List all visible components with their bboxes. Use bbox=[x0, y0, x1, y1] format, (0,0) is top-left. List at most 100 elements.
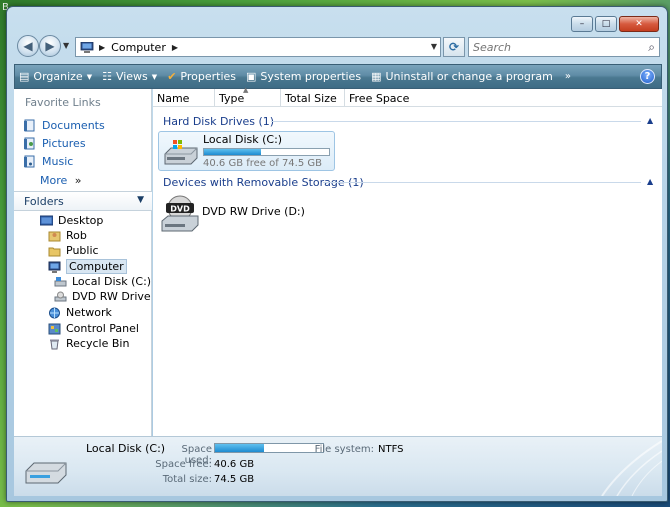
more-favorites-link[interactable]: More » bbox=[40, 174, 82, 187]
system-properties-label: System properties bbox=[260, 70, 362, 83]
refresh-button[interactable]: ⟳ bbox=[443, 37, 465, 57]
tree-item-computer[interactable]: Computer bbox=[48, 259, 127, 274]
forward-button[interactable]: ▶ bbox=[39, 35, 61, 57]
uninstall-label: Uninstall or change a program bbox=[385, 70, 553, 83]
tree-label: Public bbox=[66, 244, 99, 257]
space-free-label: Space free: bbox=[155, 459, 212, 470]
hard-drive-icon bbox=[25, 462, 67, 484]
favorite-pictures[interactable]: Pictures bbox=[23, 137, 86, 150]
more-label: More bbox=[40, 174, 68, 187]
column-free-space[interactable]: Free Space bbox=[345, 89, 415, 107]
drive-dvd[interactable]: DVD DVD RW Drive (D:) bbox=[158, 195, 318, 235]
sort-arrow-icon: ▲ bbox=[243, 86, 249, 94]
drive-local-disk[interactable]: Local Disk (C:) 40.6 GB free of 74.5 GB bbox=[158, 131, 335, 171]
user-folder-icon bbox=[48, 231, 61, 241]
group-divider bbox=[271, 121, 641, 122]
column-label: Name bbox=[157, 91, 190, 105]
tree-item-public[interactable]: Public bbox=[48, 244, 99, 257]
address-dropdown-icon[interactable]: ▼ bbox=[431, 42, 437, 51]
column-type[interactable]: Type ▲ bbox=[215, 86, 281, 107]
space-free-value: 40.6 GB bbox=[214, 459, 255, 470]
tree-label: Local Disk (C:) bbox=[72, 275, 152, 288]
system-properties-button[interactable]: ▣ System properties bbox=[246, 70, 361, 83]
drive-usage-bar bbox=[203, 148, 330, 156]
folder-icon bbox=[48, 247, 61, 256]
hard-drive-icon bbox=[54, 276, 67, 286]
file-list-pane: Name Type ▲ Total Size Free Space Hard D… bbox=[153, 86, 662, 436]
column-label: Type bbox=[219, 91, 245, 105]
tree-item-desktop[interactable]: Desktop bbox=[40, 214, 103, 227]
maximize-button[interactable]: □ bbox=[595, 16, 617, 32]
total-size-label: Total size: bbox=[162, 474, 212, 485]
tree-label: Network bbox=[66, 306, 112, 319]
address-bar[interactable]: ▶ Computer ▶ ▼ bbox=[75, 37, 441, 57]
command-bar: ▤ Organize ▼ ☷ Views ▼ ✔ Properties ▣ Sy… bbox=[14, 64, 662, 89]
computer-icon bbox=[48, 261, 61, 273]
drive-name: Local Disk (C:) bbox=[203, 133, 283, 146]
recent-pages-dropdown[interactable]: ▼ bbox=[63, 41, 69, 50]
organize-button[interactable]: ▤ Organize ▼ bbox=[19, 70, 92, 83]
properties-label: Properties bbox=[180, 70, 236, 83]
favorite-label: Pictures bbox=[42, 137, 86, 150]
space-used-fill bbox=[215, 444, 265, 452]
dvd-drive-icon bbox=[54, 291, 67, 301]
folders-title: Folders bbox=[24, 194, 64, 208]
minimize-button[interactable]: – bbox=[571, 16, 593, 32]
folders-header[interactable]: Folders ▼ bbox=[14, 191, 152, 211]
organize-icon: ▤ bbox=[19, 70, 30, 83]
tree-label: Recycle Bin bbox=[66, 337, 130, 350]
tree-label: Control Panel bbox=[66, 322, 139, 335]
properties-button[interactable]: ✔ Properties bbox=[167, 70, 236, 83]
refresh-icon: ⟳ bbox=[448, 40, 460, 54]
desktop-icon bbox=[40, 215, 53, 225]
favorite-label: Documents bbox=[42, 119, 105, 132]
tree-item-control-panel[interactable]: Control Panel bbox=[48, 322, 139, 335]
toolbar-overflow-button[interactable]: » bbox=[565, 71, 571, 82]
views-button[interactable]: ☷ Views ▼ bbox=[102, 70, 157, 83]
double-chevron-icon: » bbox=[74, 174, 82, 187]
search-icon[interactable]: ⌕ bbox=[648, 40, 655, 55]
tree-item-recycle-bin[interactable]: Recycle Bin bbox=[48, 337, 129, 350]
favorite-documents[interactable]: Documents bbox=[23, 119, 105, 132]
tree-item-rob[interactable]: Rob bbox=[48, 229, 87, 242]
search-input[interactable] bbox=[473, 40, 633, 54]
drive-usage-fill bbox=[204, 149, 261, 155]
search-box[interactable]: ⌕ bbox=[468, 37, 660, 57]
documents-icon bbox=[24, 119, 35, 132]
details-pane: Local Disk (C:) Space used: File system:… bbox=[14, 436, 662, 496]
tree-label: Computer bbox=[66, 259, 127, 274]
file-system-value: NTFS bbox=[378, 444, 404, 455]
collapse-group-icon[interactable]: ▲ bbox=[647, 177, 653, 186]
breadcrumb-separator-icon[interactable]: ▶ bbox=[99, 43, 105, 52]
back-arrow-icon: ◀ bbox=[23, 39, 33, 53]
column-label: Free Space bbox=[349, 91, 410, 105]
forward-arrow-icon: ▶ bbox=[45, 39, 55, 53]
column-total-size[interactable]: Total Size bbox=[281, 89, 345, 107]
group-header-hard-disks[interactable]: Hard Disk Drives (1) bbox=[163, 113, 274, 129]
breadcrumb-separator-icon[interactable]: ▶ bbox=[172, 43, 178, 52]
column-headers: Name Type ▲ Total Size Free Space bbox=[153, 86, 662, 107]
uninstall-button[interactable]: ▦ Uninstall or change a program bbox=[371, 70, 553, 83]
recycle-bin-icon bbox=[50, 339, 59, 349]
help-button[interactable]: ? bbox=[640, 69, 655, 84]
group-divider bbox=[323, 182, 641, 183]
address-row: ◀ ▶ ▼ ▶ Computer ▶ ▼ ⟳ ⌕ bbox=[15, 35, 661, 59]
tree-label: Rob bbox=[66, 229, 87, 242]
breadcrumb-computer[interactable]: Computer bbox=[111, 41, 166, 54]
dvd-label: DVD bbox=[170, 205, 190, 214]
control-panel-icon bbox=[48, 323, 61, 334]
chevron-down-icon: ▼ bbox=[86, 72, 93, 81]
column-name[interactable]: Name bbox=[153, 89, 215, 107]
drive-free-text: 40.6 GB free of 74.5 GB bbox=[203, 158, 322, 169]
tree-item-local-disk[interactable]: Local Disk (C:) bbox=[54, 275, 151, 288]
collapse-group-icon[interactable]: ▲ bbox=[647, 116, 653, 125]
favorite-links-title: Favorite Links bbox=[25, 96, 101, 109]
network-icon bbox=[49, 307, 60, 318]
decorative-swoosh bbox=[601, 440, 662, 496]
tree-item-network[interactable]: Network bbox=[48, 306, 112, 319]
favorite-music[interactable]: Music bbox=[23, 155, 73, 168]
computer-icon bbox=[80, 41, 94, 53]
back-button[interactable]: ◀ bbox=[17, 35, 39, 57]
file-system-label: File system: bbox=[314, 444, 374, 455]
close-button[interactable]: ✕ bbox=[619, 16, 659, 32]
